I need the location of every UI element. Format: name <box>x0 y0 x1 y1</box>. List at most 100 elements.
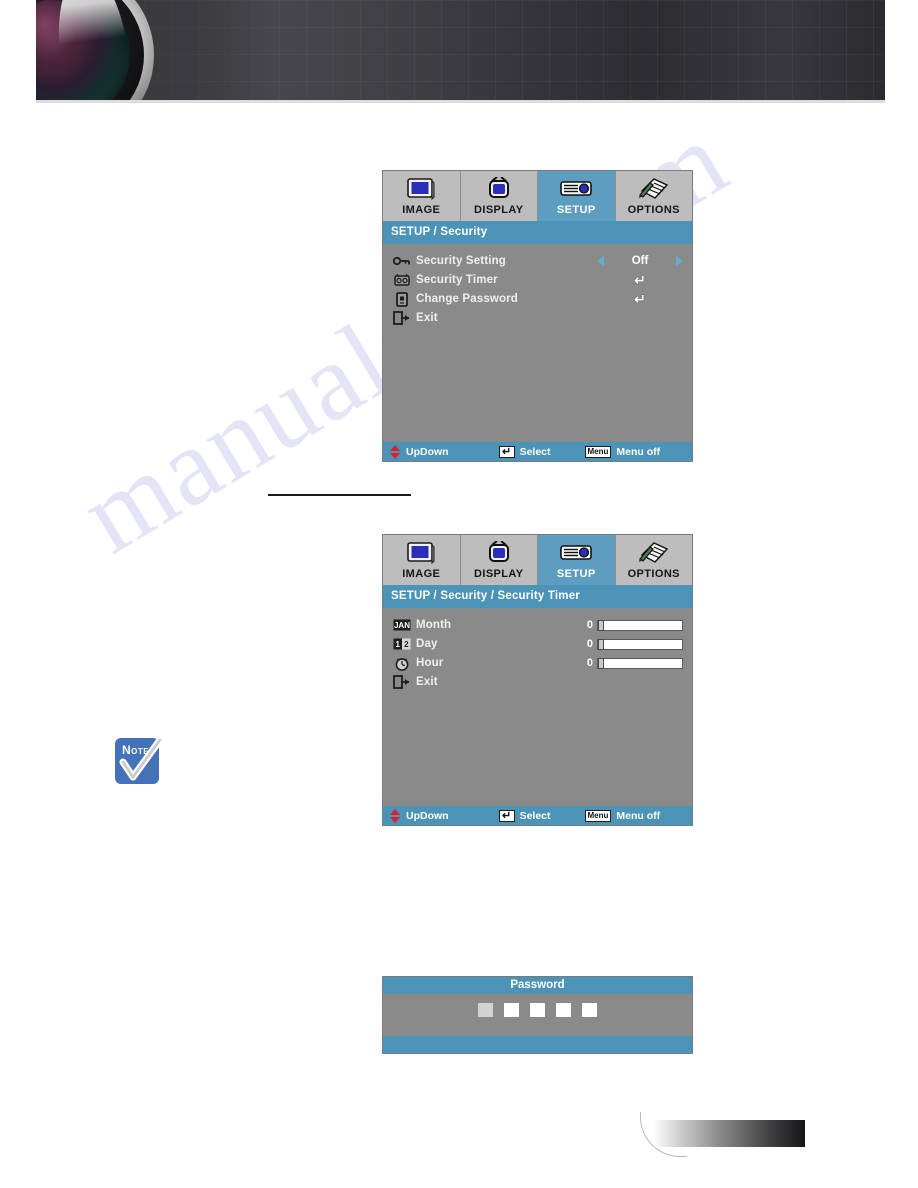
osd-security-timer-menu: IMAGE DISPLAY SETUP OPTIONS SETUP / Secu… <box>382 534 693 826</box>
password-box-1[interactable] <box>478 1003 493 1017</box>
hour-slider[interactable] <box>597 657 683 669</box>
password-dialog-footer <box>383 1036 692 1053</box>
tab-options-label: OPTIONS <box>627 204 680 216</box>
tab-setup-label: SETUP <box>556 204 596 216</box>
page-header-banner <box>36 0 885 103</box>
clock-tag-icon <box>392 273 411 288</box>
chevron-left-icon[interactable] <box>597 256 604 266</box>
password-box-3[interactable] <box>530 1003 545 1017</box>
tab-display[interactable]: DISPLAY <box>460 171 538 221</box>
tab-setup[interactable]: SETUP <box>538 171 616 221</box>
up-down-arrows-icon <box>390 808 401 823</box>
security-setting-value: Off <box>631 255 649 267</box>
password-dialog: Password <box>382 976 693 1054</box>
osd-security-body: Security Setting Off Security Timer ↵ Ch… <box>383 244 692 442</box>
footer-gradient-bar <box>655 1120 805 1147</box>
notes-pen-icon <box>638 539 670 566</box>
svg-text:2: 2 <box>404 640 409 649</box>
menu-item-exit-2[interactable]: Exit <box>383 673 692 691</box>
osd-security-menu: IMAGE DISPLAY SETUP OPTIONS SETUP / Secu… <box>382 170 693 462</box>
day-value: 0 <box>586 638 593 650</box>
menu-item-change-password[interactable]: Change Password ↵ <box>383 290 692 308</box>
tab-options-2[interactable]: OPTIONS <box>615 535 692 585</box>
exit-icon <box>392 675 411 690</box>
month-slider[interactable] <box>597 619 683 631</box>
osd-security-timer-footer: UpDown ↵ Select Menu Menu off <box>383 806 692 825</box>
footer-select-2: ↵ Select <box>498 809 551 822</box>
change-password-control[interactable]: ↵ <box>604 292 692 306</box>
camera-lens-icon <box>36 0 166 103</box>
month-value: 0 <box>586 619 593 631</box>
osd-security-footer: UpDown ↵ Select Menu Menu off <box>383 442 692 461</box>
menu-key-icon: Menu <box>584 809 612 822</box>
checkmark-icon <box>119 736 164 781</box>
footer-menu-off-2: Menu Menu off <box>584 809 660 822</box>
key-icon <box>392 254 411 269</box>
footer-updown-label-2: UpDown <box>406 809 449 822</box>
tv-icon <box>485 175 513 202</box>
password-entry-boxes[interactable] <box>383 994 692 1017</box>
password-box-4[interactable] <box>556 1003 571 1017</box>
calendar-day-icon: 1 2 <box>392 637 411 652</box>
exit-icon <box>392 311 411 326</box>
menu-item-exit[interactable]: Exit <box>383 309 692 327</box>
menu-item-security-setting-label: Security Setting <box>416 255 506 267</box>
menu-item-exit-label-2: Exit <box>416 676 438 688</box>
menu-item-month[interactable]: JAN Month 0 <box>383 616 692 634</box>
osd-security-timer-title: SETUP / Security / Security Timer <box>383 585 692 608</box>
enter-key-icon: ↵ <box>498 809 515 822</box>
tv-icon <box>485 539 513 566</box>
security-timer-control[interactable]: ↵ <box>604 273 692 287</box>
projector-icon <box>560 175 593 202</box>
footer-select-label: Select <box>519 445 551 458</box>
password-box-5[interactable] <box>582 1003 597 1017</box>
tab-options[interactable]: OPTIONS <box>615 171 692 221</box>
enter-arrow-icon: ↵ <box>634 272 646 288</box>
up-down-arrows-icon <box>390 444 401 459</box>
enter-arrow-icon: ↵ <box>634 291 646 307</box>
password-dialog-title: Password <box>383 977 692 994</box>
footer-updown-label: UpDown <box>406 445 449 458</box>
note-callout-icon: Note <box>115 735 165 787</box>
month-slider-control[interactable]: 0 <box>583 619 692 631</box>
menu-item-month-label: Month <box>416 619 452 631</box>
section-underline <box>268 494 411 496</box>
day-slider-control[interactable]: 0 <box>583 638 692 650</box>
clock-hour-icon <box>392 656 411 671</box>
tab-setup-2[interactable]: SETUP <box>538 535 616 585</box>
month-slider-knob[interactable] <box>598 619 604 631</box>
notes-pen-icon <box>638 175 670 202</box>
calendar-month-icon: JAN <box>392 618 411 633</box>
tab-image-label-2: IMAGE <box>402 568 441 580</box>
chevron-right-icon[interactable] <box>676 256 683 266</box>
menu-item-security-timer[interactable]: Security Timer ↵ <box>383 271 692 289</box>
osd-security-timer-body: JAN Month 0 1 2 Day 0 Hour 0 Exit <box>383 608 692 806</box>
tab-image[interactable]: IMAGE <box>383 171 461 221</box>
day-slider-knob[interactable] <box>598 638 604 650</box>
banner-bottom-edge <box>36 100 885 103</box>
menu-item-hour[interactable]: Hour 0 <box>383 654 692 672</box>
hour-value: 0 <box>586 657 593 669</box>
monitor-icon <box>407 175 435 202</box>
security-setting-control[interactable]: Off <box>597 255 692 267</box>
menu-item-security-setting[interactable]: Security Setting Off <box>383 252 692 270</box>
footer-menu-off-label: Menu off <box>616 445 661 458</box>
menu-item-day[interactable]: 1 2 Day 0 <box>383 635 692 653</box>
osd-tab-bar: IMAGE DISPLAY SETUP OPTIONS <box>383 171 692 221</box>
tab-image-2[interactable]: IMAGE <box>383 535 461 585</box>
hour-slider-knob[interactable] <box>598 657 604 669</box>
hour-slider-control[interactable]: 0 <box>583 657 692 669</box>
osd-tab-bar-2: IMAGE DISPLAY SETUP OPTIONS <box>383 535 692 585</box>
tab-display-label: DISPLAY <box>474 204 524 216</box>
password-box-2[interactable] <box>504 1003 519 1017</box>
monitor-icon <box>407 539 435 566</box>
enter-key-icon: ↵ <box>498 445 515 458</box>
menu-item-security-timer-label: Security Timer <box>416 274 498 286</box>
menu-item-day-label: Day <box>416 638 438 650</box>
day-slider[interactable] <box>597 638 683 650</box>
tab-display-2[interactable]: DISPLAY <box>460 535 538 585</box>
tab-display-label-2: DISPLAY <box>474 568 524 580</box>
tab-options-label-2: OPTIONS <box>627 568 680 580</box>
menu-key-icon: Menu <box>584 445 612 458</box>
svg-text:1: 1 <box>395 640 400 649</box>
